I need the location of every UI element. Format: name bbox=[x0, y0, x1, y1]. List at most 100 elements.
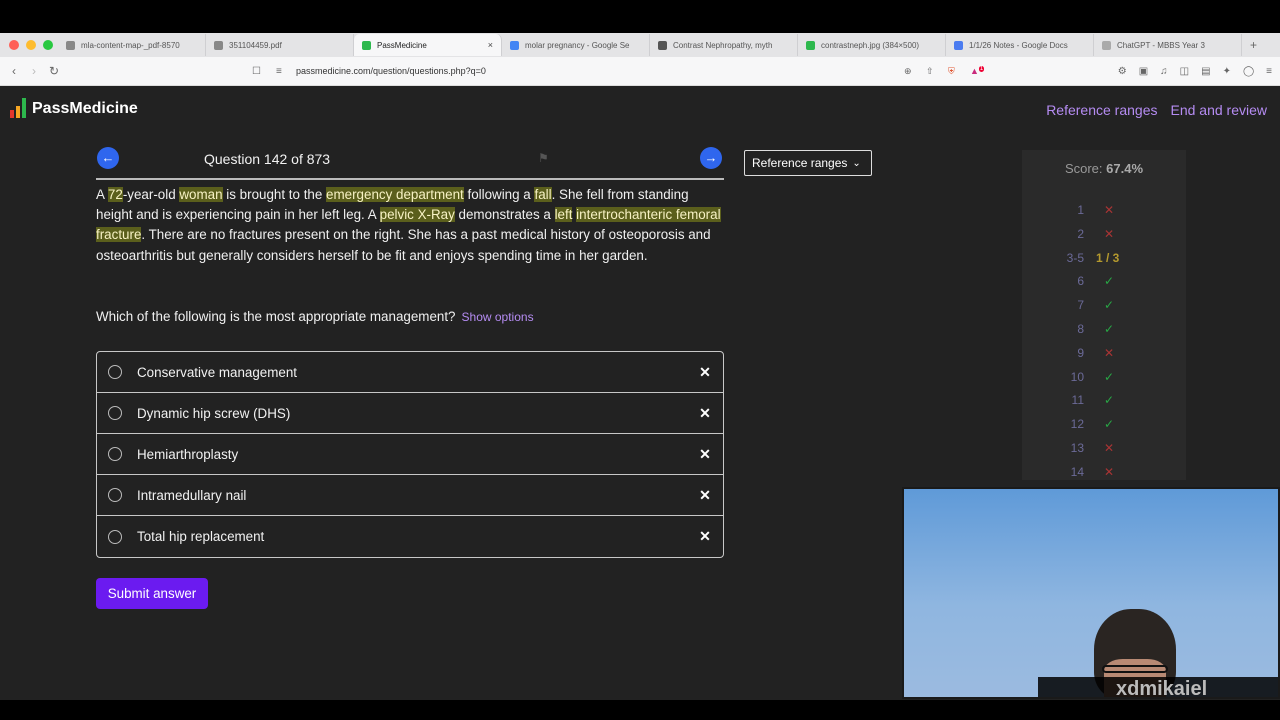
toolbar-icons: ⚙ ▣ ♫ ◫ ▤ ✦ ◯ ≡ bbox=[1118, 66, 1272, 77]
score-row[interactable]: 3-5 1 / 3 bbox=[1022, 248, 1186, 268]
browser-tab[interactable]: 1/1/26 Notes - Google Docs bbox=[946, 34, 1094, 56]
radio-button[interactable] bbox=[108, 447, 122, 461]
score-row[interactable]: 12 ✓ bbox=[1022, 414, 1186, 434]
back-icon[interactable]: ‹ bbox=[4, 64, 24, 78]
answer-option[interactable]: Conservative management ✕ bbox=[97, 352, 723, 393]
previous-question-button[interactable]: ← bbox=[97, 147, 119, 169]
browser-tab[interactable]: PassMedicine × bbox=[354, 34, 502, 56]
score-row[interactable]: 9 ✕ bbox=[1022, 343, 1186, 363]
omnibox[interactable]: ☐ ≡ passmedicine.com/question/questions.… bbox=[252, 61, 992, 81]
question-number: 3-5 bbox=[1066, 250, 1084, 265]
score-row[interactable]: 11 ✓ bbox=[1022, 390, 1186, 410]
url-text[interactable]: passmedicine.com/question/questions.php?… bbox=[296, 66, 904, 76]
question-stem: A 72-year-old woman is brought to the em… bbox=[96, 185, 724, 266]
browser-tab[interactable]: contrastneph.jpg (384×500) bbox=[798, 34, 946, 56]
screenshot-icon[interactable]: ▣ bbox=[1139, 66, 1148, 77]
submit-answer-button[interactable]: Submit answer bbox=[96, 578, 208, 609]
reload-icon[interactable]: ↻ bbox=[44, 64, 64, 78]
question-number: 2 bbox=[1077, 226, 1084, 241]
score-row[interactable]: 6 ✓ bbox=[1022, 271, 1186, 291]
tab-title: ChatGPT - MBBS Year 3 bbox=[1117, 40, 1205, 50]
top-nav: Reference ranges End and review bbox=[1046, 102, 1267, 118]
highlighted-term: emergency department bbox=[326, 187, 464, 202]
close-tab-icon[interactable]: × bbox=[488, 40, 493, 50]
leo-icon[interactable]: ✦ bbox=[1223, 66, 1231, 77]
option-label: Conservative management bbox=[137, 364, 298, 380]
zoom-window-button[interactable] bbox=[43, 40, 53, 50]
eliminate-option-icon[interactable]: ✕ bbox=[687, 528, 723, 545]
question-number: 12 bbox=[1070, 417, 1084, 432]
new-tab-button[interactable]: + bbox=[1250, 38, 1257, 52]
logo[interactable]: PassMedicine bbox=[10, 98, 138, 118]
score-row[interactable]: 13 ✕ bbox=[1022, 438, 1186, 458]
score-row[interactable]: 7 ✓ bbox=[1022, 295, 1186, 315]
passmedicine-icon bbox=[362, 40, 371, 50]
stem-text: following a bbox=[463, 187, 535, 202]
option-label: Intramedullary nail bbox=[137, 487, 247, 503]
site-settings-icon[interactable]: ≡ bbox=[276, 66, 296, 77]
browser-tab[interactable]: mla-content-map-_pdf-8570 bbox=[58, 34, 206, 56]
forward-icon[interactable]: › bbox=[24, 64, 44, 78]
radio-button[interactable] bbox=[108, 365, 122, 379]
reference-ranges-dropdown[interactable]: Reference ranges ⌄ bbox=[744, 150, 872, 176]
next-question-button[interactable]: → bbox=[700, 147, 722, 169]
tab-strip: mla-content-map-_pdf-8570 351104459.pdf Pa… bbox=[0, 33, 1280, 57]
show-options-link[interactable]: Show options bbox=[462, 310, 534, 324]
wallet-icon[interactable]: ▤ bbox=[1201, 66, 1210, 77]
article-icon bbox=[658, 40, 667, 50]
tab-title: PassMedicine bbox=[377, 40, 427, 50]
vpn-icon[interactable]: ◯ bbox=[1243, 66, 1254, 77]
score-row[interactable]: 8 ✓ bbox=[1022, 319, 1186, 339]
highlighted-term: 72 bbox=[107, 187, 123, 202]
tab-title: contrastneph.jpg (384×500) bbox=[821, 40, 920, 50]
correct-icon: ✓ bbox=[1104, 298, 1115, 313]
end-review-link[interactable]: End and review bbox=[1170, 102, 1267, 118]
music-icon[interactable]: ♫ bbox=[1160, 66, 1168, 77]
radio-button[interactable] bbox=[108, 529, 122, 544]
screen: mla-content-map-_pdf-8570 351104459.pdf Pa… bbox=[0, 0, 1280, 720]
eliminate-option-icon[interactable]: ✕ bbox=[687, 446, 723, 463]
extensions-icon[interactable]: ⚙ bbox=[1118, 66, 1127, 77]
brave-shield-icon[interactable]: ⛨ bbox=[948, 66, 970, 77]
radio-button[interactable] bbox=[108, 488, 122, 502]
score-row[interactable]: 2 ✕ bbox=[1022, 224, 1186, 244]
close-window-button[interactable] bbox=[9, 40, 19, 50]
bookmark-icon[interactable]: ☐ bbox=[252, 66, 276, 77]
score-row[interactable]: 1 ✕ bbox=[1022, 200, 1186, 220]
answer-option[interactable]: Hemiarthroplasty ✕ bbox=[97, 434, 723, 475]
menu-icon[interactable]: ≡ bbox=[1266, 66, 1272, 77]
question-number: 11 bbox=[1071, 393, 1084, 408]
glasses-icon bbox=[1102, 665, 1168, 673]
answer-option[interactable]: Dynamic hip screw (DHS) ✕ bbox=[97, 393, 723, 434]
eliminate-option-icon[interactable]: ✕ bbox=[687, 364, 723, 381]
dropdown-label: Reference ranges bbox=[752, 156, 848, 170]
flag-icon[interactable]: ⚑ bbox=[538, 151, 549, 165]
stem-text: is brought to the bbox=[222, 187, 327, 202]
tab-title: molar pregnancy - Google Se bbox=[525, 40, 630, 50]
eliminate-option-icon[interactable]: ✕ bbox=[687, 405, 723, 422]
sidebar-icon[interactable]: ◫ bbox=[1180, 66, 1189, 77]
brave-rewards-icon[interactable]: ▲1 bbox=[970, 66, 992, 76]
webcam-background bbox=[904, 489, 1278, 697]
answer-option[interactable]: Total hip replacement ✕ bbox=[97, 516, 723, 557]
score-label: Score: bbox=[1064, 161, 1103, 176]
minimize-window-button[interactable] bbox=[26, 40, 36, 50]
score-row[interactable]: 14 ✕ bbox=[1022, 462, 1186, 482]
question-number: 1 bbox=[1077, 203, 1084, 217]
partial-score: 1 / 3 bbox=[1096, 250, 1120, 265]
reference-ranges-link[interactable]: Reference ranges bbox=[1046, 102, 1157, 118]
browser-tab[interactable]: molar pregnancy - Google Se bbox=[502, 34, 650, 56]
stem-text: demonstrates a bbox=[454, 207, 555, 223]
eliminate-option-icon[interactable]: ✕ bbox=[687, 487, 723, 504]
question-header: ← Question 142 of 873 ⚑ → bbox=[96, 146, 724, 180]
browser-tab[interactable]: ChatGPT - MBBS Year 3 bbox=[1094, 34, 1242, 56]
stem-text: -year-old bbox=[122, 187, 180, 202]
answer-option[interactable]: Intramedullary nail ✕ bbox=[97, 475, 723, 516]
question-number: 13 bbox=[1070, 441, 1084, 455]
radio-button[interactable] bbox=[108, 406, 122, 420]
browser-tab[interactable]: 351104459.pdf bbox=[206, 34, 354, 56]
score-row[interactable]: 10 ✓ bbox=[1022, 367, 1186, 387]
zoom-icon[interactable]: ⊕ bbox=[904, 66, 926, 77]
share-icon[interactable]: ⇧ bbox=[926, 66, 948, 77]
browser-tab[interactable]: Contrast Nephropathy, myth bbox=[650, 34, 798, 56]
